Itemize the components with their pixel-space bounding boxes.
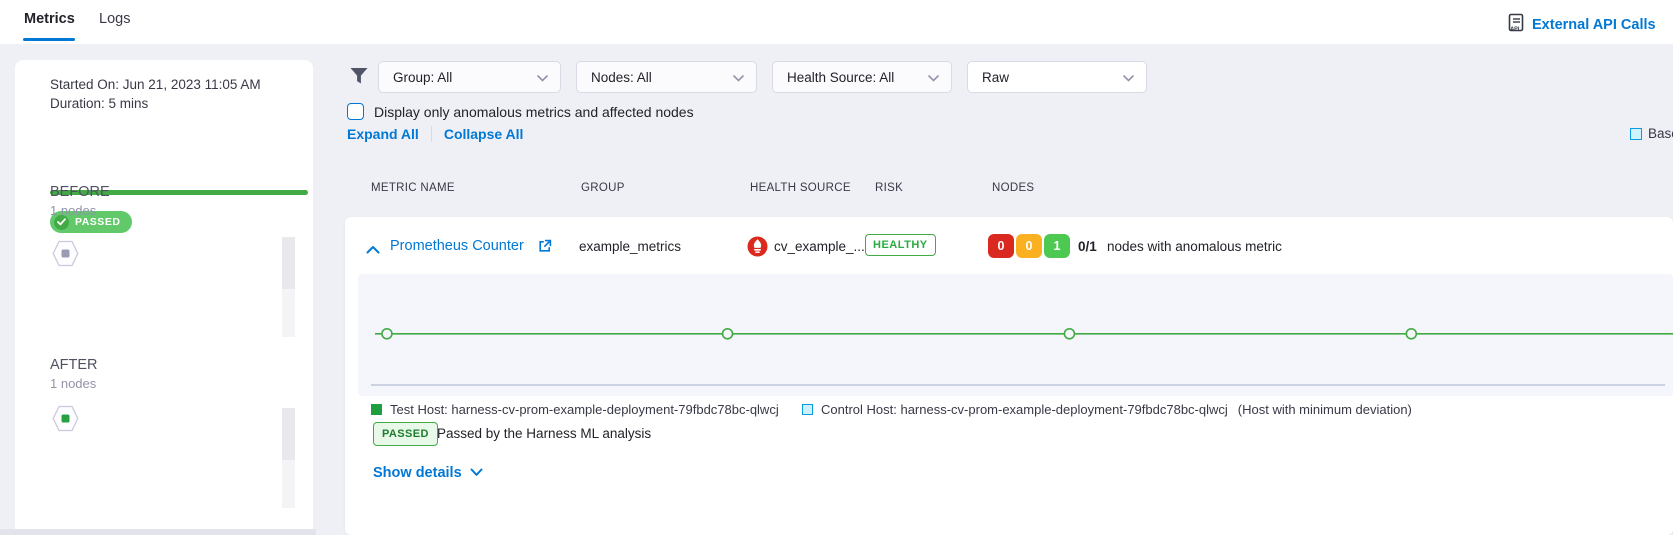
metric-name-link[interactable]: Prometheus Counter — [390, 238, 524, 254]
top-tab-bar: Metrics Logs API External API Calls — [0, 0, 1673, 44]
sidebar-bottom-scroll-track[interactable] — [0, 529, 316, 535]
anomalous-node-count-red[interactable]: 0 — [988, 234, 1014, 258]
tab-metrics[interactable]: Metrics — [24, 11, 75, 27]
tab-logs[interactable]: Logs — [99, 11, 130, 27]
baseline-swatch-icon — [1630, 128, 1642, 140]
column-header-group: GROUP — [581, 182, 625, 194]
baseline-legend: Base — [1630, 126, 1673, 141]
collapse-all-link[interactable]: Collapse All — [444, 126, 524, 142]
control-host-legend: Control Host: harness-cv-prom-example-de… — [821, 402, 1228, 417]
column-header-health-source: HEALTH SOURCE — [750, 182, 851, 194]
svg-text:API: API — [1510, 27, 1520, 32]
metric-group-value: example_metrics — [579, 239, 681, 254]
metric-timeseries-chart[interactable] — [358, 274, 1673, 396]
baseline-legend-label: Base — [1648, 126, 1673, 141]
group-filter-value: Group: All — [393, 70, 452, 85]
anomalous-only-checkbox[interactable] — [347, 103, 364, 120]
nodes-filter-value: Nodes: All — [591, 70, 652, 85]
scrollbar-thumb[interactable] — [282, 237, 295, 289]
health-source-value: cv_example_... — [774, 239, 865, 254]
warning-node-count-orange[interactable]: 0 — [1016, 234, 1042, 258]
after-node-count: 1 nodes — [50, 376, 96, 391]
before-label: BEFORE — [50, 184, 110, 200]
active-tab-underline — [23, 38, 75, 41]
before-node-hexagon[interactable] — [52, 240, 79, 267]
expand-all-link[interactable]: Expand All — [347, 126, 419, 142]
anomalous-only-label: Display only anomalous metrics and affec… — [374, 104, 694, 120]
before-node-count: 1 nodes — [50, 203, 96, 218]
link-divider — [431, 126, 432, 142]
after-list-scrollbar[interactable] — [282, 408, 295, 508]
after-label: AFTER — [50, 357, 98, 373]
column-header-risk: RISK — [875, 182, 903, 194]
chart-line-svg — [358, 274, 1673, 396]
health-source-filter-value: Health Source: All — [787, 70, 894, 85]
nodes-filter-dropdown[interactable]: Nodes: All — [576, 61, 757, 93]
healthy-node-count-green[interactable]: 1 — [1044, 234, 1070, 258]
control-host-note: (Host with minimum deviation) — [1238, 402, 1412, 417]
external-link-icon[interactable] — [538, 239, 552, 258]
chevron-down-icon — [928, 70, 939, 85]
after-node-hexagon[interactable] — [52, 405, 79, 432]
health-source-filter-dropdown[interactable]: Health Source: All — [772, 61, 952, 93]
show-details-link[interactable]: Show details — [373, 465, 483, 481]
data-mode-dropdown[interactable]: Raw — [967, 61, 1147, 93]
chevron-down-icon — [733, 70, 744, 85]
nodes-summary-ratio: 0/1 — [1078, 239, 1097, 254]
external-api-calls-label: External API Calls — [1532, 17, 1656, 33]
test-host-swatch-icon — [371, 404, 382, 415]
external-api-calls-link[interactable]: API External API Calls — [1508, 13, 1656, 36]
verification-summary-panel: Started On: Jun 21, 2023 11:05 AM Durati… — [15, 60, 313, 535]
chevron-down-icon — [537, 70, 548, 85]
test-host-legend: Test Host: harness-cv-prom-example-deplo… — [390, 402, 779, 417]
chevron-down-icon — [470, 465, 483, 481]
duration-text: Duration: 5 mins — [50, 96, 148, 111]
data-mode-value: Raw — [982, 70, 1009, 85]
analysis-verdict-badge: PASSED — [373, 422, 438, 446]
show-details-label: Show details — [373, 465, 462, 481]
collapse-row-chevron-icon[interactable] — [366, 241, 380, 259]
scrollbar-thumb[interactable] — [282, 408, 295, 460]
nodes-summary-text: nodes with anomalous metric — [1107, 239, 1282, 254]
group-filter-dropdown[interactable]: Group: All — [378, 61, 561, 93]
column-header-metric-name: METRIC NAME — [371, 182, 455, 194]
chevron-down-icon — [1123, 70, 1134, 85]
before-list-scrollbar[interactable] — [282, 237, 295, 337]
column-header-nodes: NODES — [992, 182, 1034, 194]
control-host-swatch-icon — [802, 404, 813, 415]
risk-badge: HEALTHY — [865, 234, 936, 256]
chart-x-axis — [371, 384, 1665, 386]
prometheus-icon — [747, 236, 768, 262]
api-document-icon: API — [1508, 13, 1525, 36]
filter-icon — [349, 66, 369, 91]
started-on-text: Started On: Jun 21, 2023 11:05 AM — [50, 77, 261, 92]
analysis-verdict-text: Passed by the Harness ML analysis — [437, 426, 651, 441]
